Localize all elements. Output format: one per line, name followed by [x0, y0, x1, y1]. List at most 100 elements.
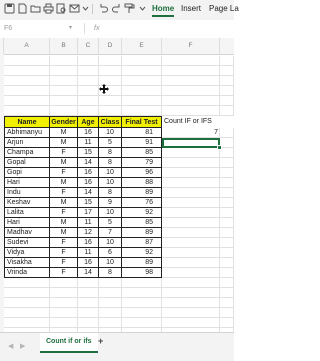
empty-cell[interactable] — [50, 76, 78, 86]
empty-cell[interactable] — [122, 278, 162, 288]
cell-gender[interactable]: F — [50, 238, 78, 248]
empty-cell[interactable] — [220, 238, 234, 248]
empty-cell[interactable] — [220, 248, 234, 258]
empty-cell[interactable] — [99, 66, 122, 76]
cell-gender[interactable]: M — [50, 218, 78, 228]
cell-gender[interactable]: F — [50, 208, 78, 218]
cell-age[interactable]: 11 — [78, 138, 99, 148]
column-header-c[interactable]: C — [78, 38, 99, 54]
print-preview-icon[interactable] — [56, 3, 67, 14]
cell-final-test[interactable]: 85 — [122, 218, 162, 228]
empty-cell[interactable] — [78, 86, 99, 96]
empty-cell[interactable] — [122, 66, 162, 76]
empty-cell[interactable] — [162, 228, 220, 238]
cell-gender[interactable]: F — [50, 258, 78, 268]
fill-handle[interactable] — [217, 145, 222, 150]
header-age[interactable]: Age — [78, 116, 99, 128]
cell-gender[interactable]: F — [50, 248, 78, 258]
spreadsheet-grid[interactable]: A B C D E F Name Gender Age Class Final Test… — [0, 38, 234, 332]
header-gender[interactable]: Gender — [50, 116, 78, 128]
cell-final-test[interactable]: 79 — [122, 158, 162, 168]
empty-cell[interactable] — [220, 128, 234, 138]
cell-class[interactable]: 10 — [99, 258, 122, 268]
empty-cell[interactable] — [220, 106, 234, 116]
empty-cell[interactable] — [4, 106, 50, 116]
empty-cell[interactable] — [220, 86, 234, 96]
cell-age[interactable]: 11 — [78, 248, 99, 258]
empty-cell[interactable] — [4, 278, 50, 288]
empty-cell[interactable] — [4, 56, 50, 66]
empty-cell[interactable] — [162, 106, 220, 116]
empty-cell[interactable] — [162, 168, 220, 178]
cell-age[interactable]: 15 — [78, 148, 99, 158]
cell-gender[interactable]: M — [50, 128, 78, 138]
empty-cell[interactable] — [78, 76, 99, 86]
empty-cell[interactable] — [162, 258, 220, 268]
empty-cell[interactable] — [220, 188, 234, 198]
cell-age[interactable]: 12 — [78, 228, 99, 238]
empty-cell[interactable] — [78, 318, 99, 328]
empty-cell[interactable] — [99, 298, 122, 308]
empty-cell[interactable] — [162, 86, 220, 96]
cell-final-test[interactable]: 76 — [122, 198, 162, 208]
cell-gender[interactable]: F — [50, 268, 78, 278]
cell-class[interactable]: 10 — [99, 128, 122, 138]
cell-gender[interactable]: M — [50, 178, 78, 188]
cell-name[interactable]: Arjun — [4, 138, 50, 148]
empty-cell[interactable] — [162, 288, 220, 298]
count-if-label[interactable]: Count IF or IFS — [164, 117, 212, 127]
empty-cell[interactable] — [162, 96, 220, 106]
empty-cell[interactable] — [162, 308, 220, 318]
cell-age[interactable]: 16 — [78, 258, 99, 268]
empty-cell[interactable] — [220, 268, 234, 278]
empty-cell[interactable] — [78, 96, 99, 106]
cell-class[interactable]: 10 — [99, 178, 122, 188]
empty-cell[interactable] — [50, 66, 78, 76]
empty-cell[interactable] — [122, 76, 162, 86]
empty-cell[interactable] — [162, 158, 220, 168]
cell-gender[interactable]: F — [50, 148, 78, 158]
more-icon[interactable] — [80, 3, 91, 14]
empty-cell[interactable] — [122, 96, 162, 106]
empty-cell[interactable] — [78, 56, 99, 66]
cell-final-test[interactable]: 92 — [122, 208, 162, 218]
cell-age[interactable]: 17 — [78, 208, 99, 218]
cell-class[interactable]: 8 — [99, 158, 122, 168]
empty-cell[interactable] — [162, 56, 220, 66]
column-header-f[interactable]: F — [162, 38, 220, 54]
cell-gender[interactable]: M — [50, 198, 78, 208]
empty-cell[interactable] — [220, 66, 234, 76]
cell-gender[interactable]: F — [50, 168, 78, 178]
empty-cell[interactable] — [220, 218, 234, 228]
empty-cell[interactable] — [4, 86, 50, 96]
empty-cell[interactable] — [78, 106, 99, 116]
cell-age[interactable]: 11 — [78, 218, 99, 228]
empty-cell[interactable] — [220, 168, 234, 178]
empty-cell[interactable] — [162, 268, 220, 278]
empty-cell[interactable] — [220, 76, 234, 86]
empty-cell[interactable] — [4, 76, 50, 86]
cell-final-test[interactable]: 89 — [122, 228, 162, 238]
empty-cell[interactable] — [220, 198, 234, 208]
column-header-b[interactable]: B — [50, 38, 78, 54]
empty-cell[interactable] — [4, 308, 50, 318]
cell-name[interactable]: Champa — [4, 148, 50, 158]
empty-cell[interactable] — [220, 318, 234, 328]
prev-sheet-icon[interactable]: ◀ — [8, 342, 13, 350]
cell-final-test[interactable]: 98 — [122, 268, 162, 278]
empty-cell[interactable] — [99, 96, 122, 106]
undo-icon[interactable] — [98, 3, 109, 14]
empty-cell[interactable] — [50, 56, 78, 66]
cell-class[interactable]: 5 — [99, 138, 122, 148]
empty-cell[interactable] — [162, 298, 220, 308]
chevron-down-icon[interactable] — [137, 3, 148, 14]
empty-cell[interactable] — [99, 318, 122, 328]
empty-cell[interactable] — [220, 288, 234, 298]
autosave-icon[interactable] — [4, 3, 15, 14]
empty-cell[interactable] — [220, 228, 234, 238]
cell-gender[interactable]: M — [50, 138, 78, 148]
cell-name[interactable]: Gopal — [4, 158, 50, 168]
empty-cell[interactable] — [220, 138, 234, 148]
cell-class[interactable]: 6 — [99, 248, 122, 258]
selected-cell[interactable] — [162, 138, 220, 148]
